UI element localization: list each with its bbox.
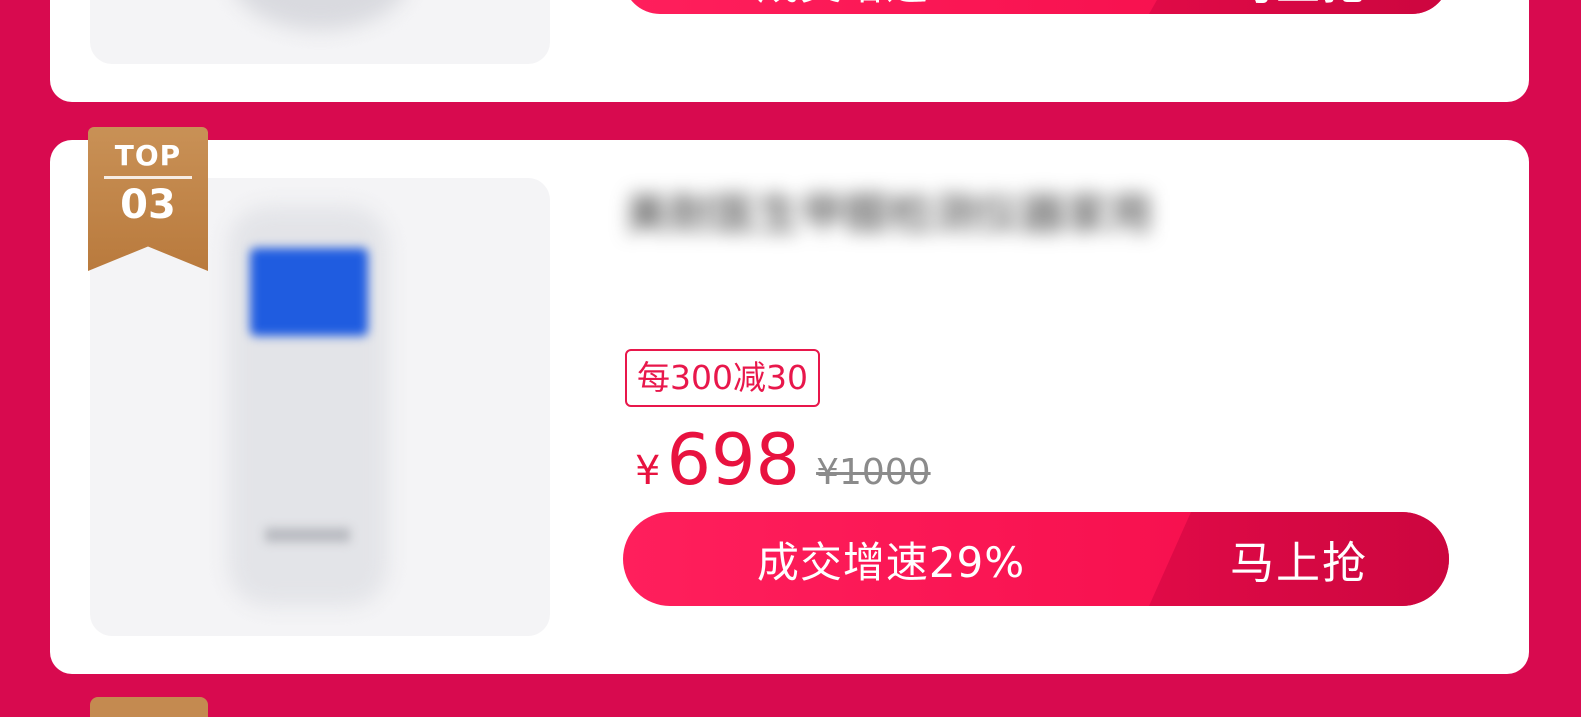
badge-divider <box>104 176 192 179</box>
grab-now-label: 马上抢 <box>1149 512 1449 606</box>
growth-rate-label: 成交增速29% <box>756 537 1026 587</box>
grab-now-label: 马上抢 <box>1149 0 1449 14</box>
product-photo-blurred <box>230 0 410 30</box>
rank-number: 03 <box>120 182 176 228</box>
growth-rate-label: 成交增速32% <box>623 0 1189 14</box>
coupon-badge: 每300减30 <box>625 349 820 407</box>
product-card[interactable]: 美耐医生甲醛检测仪器家用 每300减30 ¥698 ¥1000 成交增速29% 马… <box>50 140 1529 674</box>
current-price: 698 <box>666 419 801 501</box>
rank-label: TOP <box>114 139 182 172</box>
grab-button-previous[interactable]: 成交增速32% 马上抢 <box>623 0 1449 14</box>
product-title[interactable]: 美耐医生甲醛检测仪器家用 <box>625 180 1447 250</box>
device-detail-blurred <box>265 528 350 542</box>
next-rank-badge <box>90 697 208 717</box>
grab-button[interactable]: 成交增速29% 马上抢 <box>623 512 1449 606</box>
currency-symbol: ¥ <box>635 448 661 494</box>
original-price: ¥1000 <box>816 452 931 493</box>
product-image-previous[interactable] <box>90 0 550 64</box>
product-card-previous[interactable]: 成交增速32% 马上抢 <box>50 0 1529 102</box>
price-row: ¥698 ¥1000 <box>635 420 931 500</box>
device-screen-blurred <box>250 248 368 336</box>
